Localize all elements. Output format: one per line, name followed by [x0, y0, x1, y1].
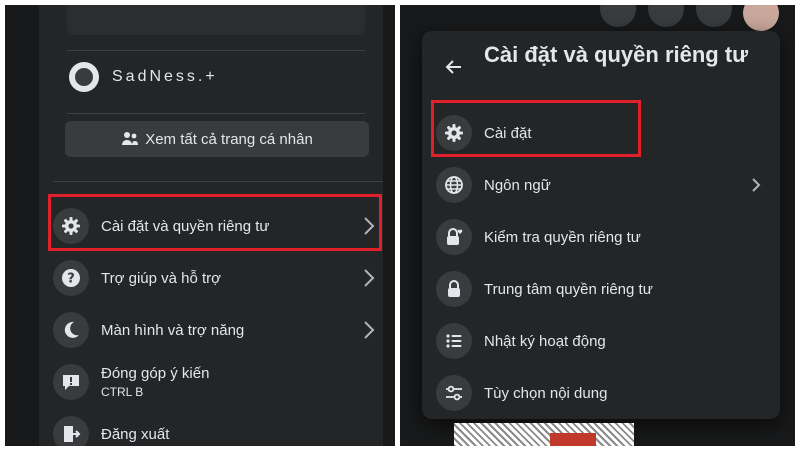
left-screenshot: SadNess.+ Xem tất cả trang cá nhân Cài đ…	[5, 5, 395, 446]
menu-item-privacy-checkup[interactable]: Kiểm tra quyền riêng tư	[436, 213, 772, 261]
feedback-icon	[53, 364, 89, 400]
page-title: Cài đặt và quyền riêng tư	[484, 42, 749, 67]
people-icon	[121, 130, 139, 148]
settings-privacy-menu: Cài đặt và quyền riêng tư Cài đặt Ngôn n…	[422, 31, 780, 419]
chevron-right-icon	[752, 178, 761, 192]
divider	[67, 50, 365, 51]
menu-item-privacy-center[interactable]: Trung tâm quyền riêng tư	[436, 265, 772, 313]
shortcut-hint: CTRL B	[101, 385, 144, 399]
menu-item-label: Trung tâm quyền riêng tư	[484, 280, 653, 298]
advertisement-image	[454, 423, 634, 446]
list-icon	[436, 323, 472, 359]
question-icon: ?	[53, 260, 89, 296]
bell-icon[interactable]	[696, 5, 732, 27]
highlight-box	[48, 194, 382, 251]
see-all-label: Xem tất cả trang cá nhân	[145, 130, 313, 148]
divider	[67, 113, 365, 114]
menu-item-label: Màn hình và trợ năng	[101, 321, 245, 339]
avatar[interactable]	[743, 5, 779, 31]
menu-item-label: Nhật ký hoạt động	[484, 332, 606, 350]
arrow-left-icon	[445, 60, 461, 74]
lock-icon	[436, 271, 472, 307]
svg-text:?: ?	[67, 272, 75, 287]
menu-grid-icon[interactable]	[600, 5, 636, 27]
profile-row[interactable]: SadNess.+	[69, 57, 218, 97]
menu-item-feedback[interactable]: Đóng góp ý kiến CTRL B	[53, 358, 383, 406]
chevron-right-icon	[364, 269, 375, 287]
menu-item-label: Tùy chọn nội dung	[484, 384, 608, 402]
menu-item-content-preferences[interactable]: Tùy chọn nội dung	[436, 369, 772, 417]
messenger-icon[interactable]	[648, 5, 684, 27]
globe-icon	[436, 167, 472, 203]
menu-item-activity-log[interactable]: Nhật ký hoạt động	[436, 317, 772, 365]
logout-icon	[53, 416, 89, 446]
menu-item-language[interactable]: Ngôn ngữ	[436, 161, 772, 209]
see-all-profiles-button[interactable]: Xem tất cả trang cá nhân	[65, 121, 369, 157]
menu-item-display-accessibility[interactable]: Màn hình và trợ năng	[53, 306, 383, 354]
lock-heart-icon	[436, 219, 472, 255]
moon-icon	[53, 312, 89, 348]
menu-item-label: Ngôn ngữ	[484, 176, 551, 194]
sliders-icon	[436, 375, 472, 411]
menu-item-label: Kiểm tra quyền riêng tư	[484, 228, 641, 246]
chevron-right-icon	[364, 321, 375, 339]
back-button[interactable]	[440, 53, 468, 81]
right-screenshot: Cài đặt và quyền riêng tư Cài đặt Ngôn n…	[400, 5, 795, 446]
menu-item-label: Đăng xuất	[101, 425, 170, 443]
profile-name: SadNess.+	[112, 68, 218, 85]
highlight-box	[431, 100, 641, 157]
divider	[53, 181, 383, 182]
menu-item-label: Trợ giúp và hỗ trợ	[101, 269, 221, 287]
menu-item-logout[interactable]: Đăng xuất	[53, 410, 383, 446]
profile-card-top	[67, 5, 365, 35]
avatar	[69, 62, 99, 92]
menu-item-label: Đóng góp ý kiến	[101, 365, 210, 382]
menu-item-help-support[interactable]: ? Trợ giúp và hỗ trợ	[53, 254, 383, 302]
